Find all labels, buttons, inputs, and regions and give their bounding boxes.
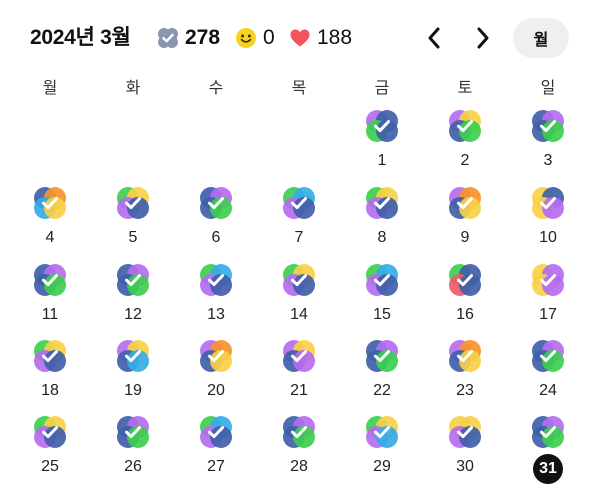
mood-flower-icon <box>449 416 481 448</box>
mood-flower-icon <box>117 340 149 372</box>
mood-flower-icon <box>34 340 66 372</box>
date-number: 11 <box>41 306 59 323</box>
calendar-day[interactable]: 17 <box>518 262 578 334</box>
mood-flower-icon <box>34 187 66 219</box>
calendar-day[interactable]: 22 <box>352 338 412 410</box>
calendar-day[interactable]: 24 <box>518 338 578 410</box>
date-number: 23 <box>456 382 474 399</box>
date-number: 2 <box>460 152 470 169</box>
calendar-day[interactable]: 16 <box>435 262 495 334</box>
calendar-day[interactable]: 3 <box>518 108 578 180</box>
date-number: 19 <box>124 382 142 399</box>
calendar-day[interactable]: 1 <box>352 108 412 180</box>
mood-flower-icon <box>532 264 564 296</box>
date-number: 28 <box>290 458 308 475</box>
date-number: 3 <box>543 152 553 169</box>
calendar-day[interactable]: 15 <box>352 262 412 334</box>
mood-flower-icon <box>283 264 315 296</box>
calendar-day[interactable]: 6 <box>186 185 246 257</box>
calendar-day[interactable]: 23 <box>435 338 495 410</box>
mood-flower-icon <box>449 264 481 296</box>
calendar-day[interactable]: 7 <box>269 185 329 257</box>
date-number: 6 <box>211 229 221 246</box>
calendar-day[interactable]: 8 <box>352 185 412 257</box>
mood-flower-icon <box>532 416 564 448</box>
date-number: 18 <box>41 382 59 399</box>
calendar-day[interactable]: 27 <box>186 414 246 486</box>
calendar-day[interactable]: 25 <box>20 414 80 486</box>
mood-flower-icon <box>200 416 232 448</box>
mood-flower-icon <box>34 264 66 296</box>
mood-flower-icon <box>532 187 564 219</box>
date-number: 30 <box>456 458 474 475</box>
mood-flower-icon <box>283 340 315 372</box>
calendar-day[interactable]: 21 <box>269 338 329 410</box>
mood-flower-icon <box>200 187 232 219</box>
date-number: 15 <box>373 306 391 323</box>
calendar-day[interactable]: 5 <box>103 185 163 257</box>
date-number: 5 <box>128 229 138 246</box>
mood-flower-icon <box>449 187 481 219</box>
date-number: 22 <box>373 382 391 399</box>
date-number: 14 <box>290 306 308 323</box>
mood-flower-icon <box>117 264 149 296</box>
calendar-day[interactable]: 20 <box>186 338 246 410</box>
date-number: 13 <box>207 306 225 323</box>
calendar-day[interactable]: 18 <box>20 338 80 410</box>
calendar-day[interactable]: 26 <box>103 414 163 486</box>
mood-flower-icon <box>117 187 149 219</box>
calendar-grid: 1 2 3 4 5 6 7 8 9 10 11 12 13 14 15 16 17 18 19 20 21 22 23 24 2… <box>0 0 600 490</box>
calendar-day[interactable]: 12 <box>103 262 163 334</box>
calendar-day[interactable]: 30 <box>435 414 495 486</box>
mood-flower-icon <box>283 187 315 219</box>
date-number: 17 <box>539 306 557 323</box>
calendar-day[interactable]: 4 <box>20 185 80 257</box>
calendar-day[interactable]: 10 <box>518 185 578 257</box>
date-number: 20 <box>207 382 225 399</box>
mood-flower-icon <box>449 110 481 142</box>
date-number: 8 <box>377 229 387 246</box>
mood-flower-icon <box>366 187 398 219</box>
calendar-day[interactable]: 2 <box>435 108 495 180</box>
calendar-day[interactable]: 19 <box>103 338 163 410</box>
calendar-day[interactable]: 28 <box>269 414 329 486</box>
mood-flower-icon <box>366 110 398 142</box>
date-number: 24 <box>539 382 557 399</box>
calendar-day[interactable]: 13 <box>186 262 246 334</box>
mood-flower-icon <box>366 264 398 296</box>
date-number: 10 <box>539 229 557 246</box>
date-number: 12 <box>124 306 142 323</box>
mood-flower-icon <box>117 416 149 448</box>
date-number: 1 <box>377 152 387 169</box>
calendar-day[interactable]: 9 <box>435 185 495 257</box>
date-number: 16 <box>456 306 474 323</box>
date-number: 29 <box>373 458 391 475</box>
date-number: 21 <box>290 382 308 399</box>
date-number: 26 <box>124 458 142 475</box>
mood-flower-icon <box>532 110 564 142</box>
mood-flower-icon <box>449 340 481 372</box>
mood-flower-icon <box>366 416 398 448</box>
mood-flower-icon <box>532 340 564 372</box>
date-number: 7 <box>294 229 304 246</box>
calendar-day[interactable]: 11 <box>20 262 80 334</box>
mood-flower-icon <box>34 416 66 448</box>
mood-flower-icon <box>200 264 232 296</box>
calendar-day[interactable]: 29 <box>352 414 412 486</box>
calendar-day-today[interactable]: 31 <box>518 414 578 486</box>
date-number: 9 <box>460 229 470 246</box>
date-number: 27 <box>207 458 225 475</box>
today-date-number: 31 <box>533 454 563 484</box>
mood-flower-icon <box>200 340 232 372</box>
mood-flower-icon <box>366 340 398 372</box>
mood-flower-icon <box>283 416 315 448</box>
date-number: 4 <box>45 229 55 246</box>
date-number: 25 <box>41 458 59 475</box>
calendar-day[interactable]: 14 <box>269 262 329 334</box>
